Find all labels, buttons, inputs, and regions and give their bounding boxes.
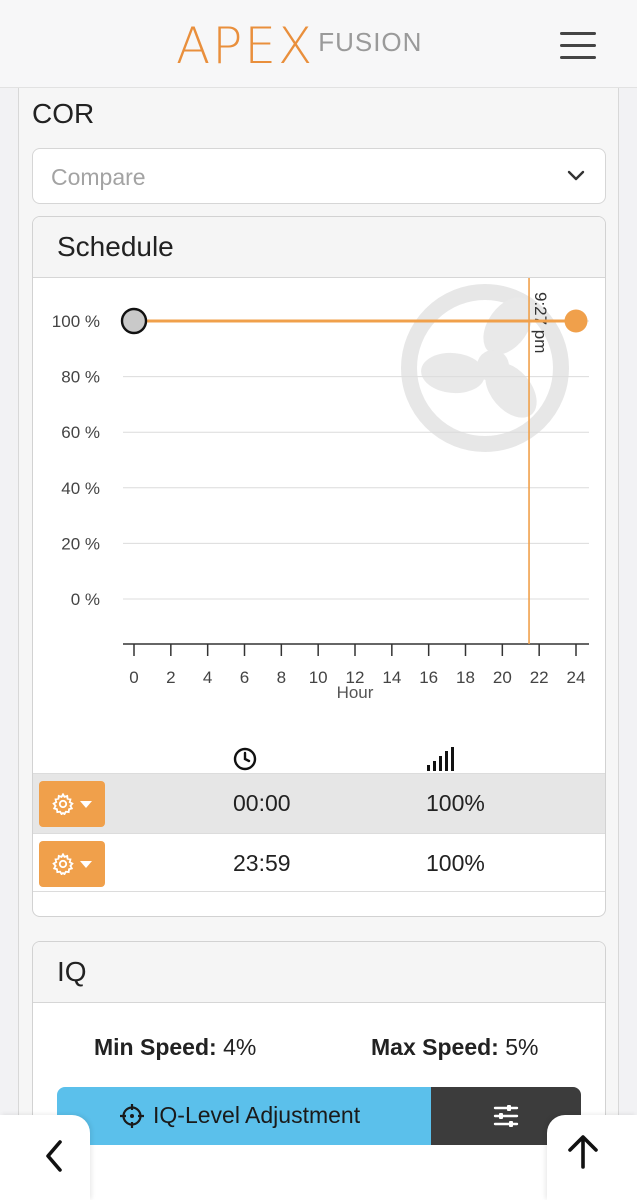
data-point [564, 309, 588, 333]
iq-level-adjustment-button[interactable]: IQ-Level Adjustment [57, 1087, 431, 1145]
row-settings-button[interactable] [39, 781, 105, 827]
iq-title: IQ [57, 956, 87, 987]
x-tick-label: 6 [240, 668, 249, 687]
x-tick-label: 10 [309, 668, 328, 687]
y-tick-label: 100 % [52, 312, 100, 331]
schedule-row: 00:00 100% [33, 773, 605, 833]
caret-down-icon [80, 801, 92, 808]
signal-strength-icon [427, 747, 454, 771]
x-tick-label: 22 [530, 668, 549, 687]
logo-apex-text: APEX [176, 17, 315, 75]
max-speed-value: 5% [505, 1034, 539, 1060]
arrow-up-icon [568, 1135, 598, 1169]
x-tick-label: 20 [493, 668, 512, 687]
x-tick-label: 0 [129, 668, 138, 687]
y-tick-label: 0 % [71, 590, 100, 609]
compare-dropdown[interactable]: Compare [32, 148, 606, 204]
max-speed-label: Max Speed: [371, 1034, 499, 1060]
row-time: 23:59 [233, 850, 291, 876]
min-speed-value: 4% [223, 1034, 257, 1060]
chevron-down-icon [567, 170, 585, 181]
x-tick-label: 18 [456, 668, 475, 687]
apex-fusion-logo[interactable]: APEX FUSION [176, 17, 423, 75]
clock-icon [233, 747, 257, 771]
y-tick-label: 40 % [61, 479, 100, 498]
data-point [120, 307, 148, 335]
scroll-to-top-button[interactable] [547, 1115, 637, 1200]
schedule-card: Schedule 0 % 20 % 40 % 60 % 80 % 100 % 024681… [32, 216, 606, 917]
schedule-row: 23:59 100% [33, 833, 605, 893]
row-settings-button[interactable] [39, 841, 105, 887]
x-tick-label: 2 [166, 668, 175, 687]
chevron-left-icon [46, 1140, 62, 1172]
chart-grid [123, 320, 589, 600]
sliders-icon [493, 1105, 519, 1127]
max-speed: Max Speed: 5% [371, 1034, 538, 1061]
y-tick-label: 60 % [61, 423, 100, 442]
x-tick-label: 24 [567, 668, 586, 687]
hamburger-menu-icon[interactable] [558, 28, 598, 62]
y-axis: 0 % 20 % 40 % 60 % 80 % 100 % [52, 312, 100, 609]
x-axis: 0 2 4 6 8 10 12 14 16 18 20 22 24 [123, 643, 589, 687]
x-tick-label: 4 [203, 668, 212, 687]
x-tick-label: 14 [382, 668, 401, 687]
row-speed: 100% [426, 790, 485, 816]
caret-down-icon [80, 861, 92, 868]
crosshair-icon [120, 1104, 144, 1128]
min-speed-label: Min Speed: [94, 1034, 217, 1060]
logo-fusion-text: FUSION [318, 27, 423, 57]
gear-icon [52, 793, 74, 815]
output-name-title: COR [32, 98, 95, 129]
schedule-table-header [33, 727, 605, 773]
iq-level-adjustment-label: IQ-Level Adjustment [153, 1102, 361, 1128]
schedule-chart[interactable]: 0 %20 %40 %60 %80 %100 % 0 2 4 6 8 10 12 14 16 18… [33, 278, 606, 718]
y-tick-label: 20 % [61, 534, 100, 553]
current-time-marker: 9:27 pm [528, 278, 550, 644]
top-navbar: APEX FUSION [0, 0, 637, 88]
current-time-label: 9:27 pm [531, 292, 550, 353]
table-divider [33, 891, 605, 892]
compare-placeholder: Compare [51, 164, 146, 190]
row-time: 00:00 [233, 790, 291, 816]
back-button[interactable] [0, 1115, 90, 1200]
y-tick-label: 80 % [61, 368, 100, 387]
iq-card: IQ Min Speed: 4% Max Speed: 5% IQ-Level … [32, 941, 606, 1200]
row-speed: 100% [426, 850, 485, 876]
min-speed: Min Speed: 4% [94, 1034, 256, 1061]
schedule-title: Schedule [57, 231, 174, 262]
x-tick-label: 8 [277, 668, 286, 687]
iq-header: IQ [33, 942, 605, 1003]
x-axis-label: Hour [337, 683, 374, 702]
gear-icon [52, 853, 74, 875]
schedule-header: Schedule [33, 217, 605, 278]
x-tick-label: 16 [419, 668, 438, 687]
